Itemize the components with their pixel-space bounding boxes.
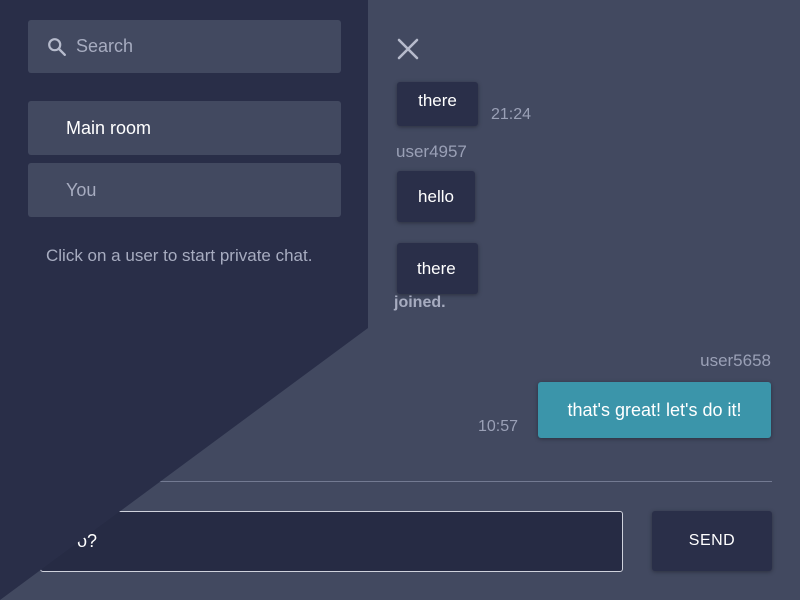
message-bubble: there xyxy=(397,243,478,294)
message-text: there xyxy=(418,91,457,110)
close-icon xyxy=(397,38,419,60)
own-message-time: 10:57 xyxy=(478,418,519,435)
message-text: hello xyxy=(418,186,454,206)
send-button[interactable]: SEND xyxy=(652,511,772,571)
system-notice-text: joined. xyxy=(394,294,446,311)
private-chat-hint: Click on a user to start private chat. xyxy=(46,246,313,265)
search-input[interactable] xyxy=(76,36,316,57)
message-text: there xyxy=(417,258,456,278)
message-username: user4957 xyxy=(396,142,467,161)
own-message-bubble: that's great! let's do it! xyxy=(538,382,771,438)
message-bubble: there xyxy=(397,82,478,126)
search-icon xyxy=(48,37,66,56)
search-box[interactable] xyxy=(28,20,341,73)
close-button[interactable] xyxy=(392,33,424,65)
system-notice: joined. xyxy=(394,294,446,312)
user-item-you[interactable]: You xyxy=(28,163,341,217)
room-item-label: Main room xyxy=(66,117,152,138)
user-item-label: You xyxy=(66,179,97,200)
own-message-text: that's great! let's do it! xyxy=(567,399,742,420)
message-time: 21:24 xyxy=(491,106,532,123)
message-bubble: hello xyxy=(397,171,475,222)
message-input[interactable] xyxy=(40,511,623,572)
own-message-username: user5658 xyxy=(700,351,771,370)
room-item-main-room[interactable]: Main room xyxy=(28,101,341,155)
